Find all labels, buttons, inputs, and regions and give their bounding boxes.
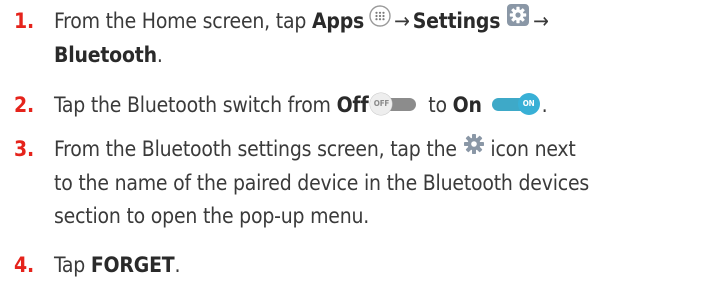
step-text: section to open the pop-up menu. bbox=[54, 203, 370, 228]
settings-label: Settings bbox=[412, 9, 501, 33]
step-number: 2. bbox=[14, 93, 34, 117]
step-number: 3. bbox=[14, 137, 34, 161]
instruction-document: 1. From the Home screen, tap Apps → Settin… bbox=[0, 0, 710, 288]
step-text: icon next bbox=[484, 137, 576, 161]
off-label: Off bbox=[336, 93, 369, 117]
settings-gear-icon bbox=[506, 3, 530, 37]
step-text: to the name of the paired device in the … bbox=[54, 170, 590, 195]
arrow: → bbox=[394, 9, 410, 33]
step-2: 2. Tap the Bluetooth switch from Off OFF t… bbox=[14, 89, 548, 122]
forget-label: FORGET bbox=[90, 253, 175, 277]
step-text: Tap the Bluetooth switch from bbox=[54, 93, 337, 117]
step-text: From the Bluetooth settings screen, tap … bbox=[54, 137, 463, 161]
toggle-knob: OFF bbox=[370, 93, 393, 115]
bluetooth-label: Bluetooth bbox=[54, 43, 157, 67]
step-number: 1. bbox=[14, 9, 34, 33]
toggle-on-icon: ON bbox=[490, 93, 540, 115]
step-4: 4. Tap FORGET. bbox=[14, 249, 180, 282]
punctuation: . bbox=[541, 93, 548, 117]
apps-grid-icon bbox=[364, 4, 391, 37]
step-text: Tap bbox=[54, 253, 91, 277]
on-label: On bbox=[452, 93, 482, 117]
step-3: 3. From the Bluetooth settings screen, ta… bbox=[14, 133, 589, 233]
toggle-knob: ON bbox=[517, 93, 540, 115]
arrow: → bbox=[533, 9, 549, 33]
gear-icon bbox=[463, 132, 485, 165]
toggle-off-icon: OFF bbox=[370, 93, 420, 115]
step-1: 1. From the Home screen, tap Apps → Settin… bbox=[14, 3, 552, 72]
punctuation: . bbox=[174, 253, 181, 277]
punctuation: . bbox=[156, 43, 163, 67]
step-text: to bbox=[422, 93, 453, 117]
apps-label: Apps bbox=[311, 9, 365, 33]
step-number: 4. bbox=[14, 253, 34, 277]
step-text: From the Home screen, tap bbox=[54, 9, 312, 33]
